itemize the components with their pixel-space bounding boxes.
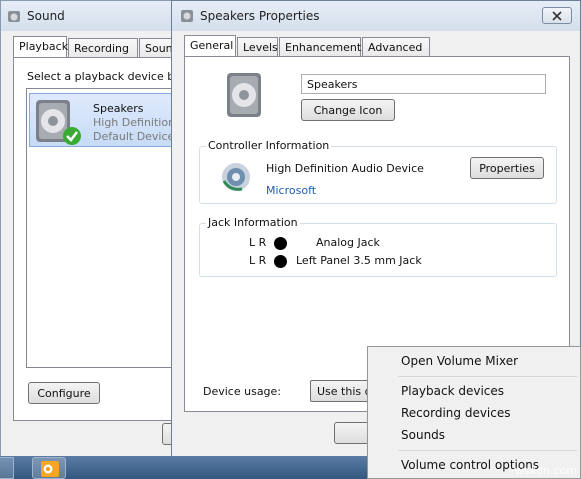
tab-levels[interactable]: Levels (237, 37, 278, 57)
controller-device: High Definition Audio Device (266, 162, 424, 175)
menu-separator (398, 376, 577, 377)
outlook-icon (41, 461, 59, 477)
speaker-device-icon (36, 100, 81, 145)
sound-title: Sound (27, 9, 65, 23)
volume-context-menu: Open Volume Mixer Playback devices Recor… (367, 346, 581, 479)
controller-vendor-link[interactable]: Microsoft (266, 184, 316, 197)
properties-titlebar[interactable]: Speakers Properties (172, 1, 580, 31)
menu-recording-devices[interactable]: Recording devices (401, 406, 511, 420)
tab-enhancements[interactable]: Enhancements (279, 37, 367, 57)
sound-window: Sound Playback Recording Sounds Select a… (0, 0, 192, 460)
default-check-badge (63, 127, 81, 145)
speaker-icon (181, 10, 193, 22)
device-item-speakers[interactable]: Speakers High Definition Default Device (29, 93, 179, 147)
tab-recording[interactable]: Recording (68, 38, 138, 58)
select-device-instruction: Select a playback device belo (27, 70, 177, 83)
close-icon (552, 10, 562, 21)
jack-color-indicator (274, 237, 287, 250)
sound-titlebar[interactable]: Sound (1, 1, 179, 31)
close-button[interactable] (542, 7, 572, 24)
jack-info-label: Jack Information (206, 216, 300, 229)
jack-lr-label: L R (249, 236, 267, 249)
watermark: wsxdn.com (514, 464, 577, 477)
menu-open-volume-mixer[interactable]: Open Volume Mixer (401, 354, 518, 368)
jack-color-indicator (274, 255, 287, 268)
properties-button[interactable]: Properties (470, 157, 544, 179)
controller-info-label: Controller Information (206, 139, 332, 152)
tab-general[interactable]: General (184, 35, 236, 57)
taskbar-item[interactable] (0, 457, 14, 479)
taskbar-app-button[interactable] (32, 457, 66, 479)
tab-playback[interactable]: Playback (13, 36, 68, 58)
tab-advanced[interactable]: Advanced (362, 37, 430, 57)
device-usage-label: Device usage: (203, 385, 282, 398)
speaker-icon (8, 11, 20, 22)
configure-button[interactable]: Configure (28, 382, 100, 404)
audio-device-icon (222, 163, 250, 191)
change-icon-button[interactable]: Change Icon (301, 99, 395, 121)
device-description: High Definition (93, 116, 176, 129)
jack-name: Left Panel 3.5 mm Jack (296, 254, 422, 267)
device-status: Default Device (93, 130, 175, 143)
speaker-device-icon (227, 73, 261, 117)
device-name: Speakers (93, 102, 144, 115)
jack-info-group: Jack Information L R Analog Jack L R Lef… (199, 216, 557, 277)
controller-info-group: Controller Information High Definition A… (199, 139, 557, 204)
device-name-field[interactable]: Speakers (301, 74, 546, 94)
menu-playback-devices[interactable]: Playback devices (401, 384, 504, 398)
properties-title: Speakers Properties (200, 9, 320, 23)
jack-name: Analog Jack (316, 236, 380, 249)
menu-sounds[interactable]: Sounds (401, 428, 445, 442)
menu-separator (398, 450, 577, 451)
jack-lr-label: L R (249, 254, 267, 267)
